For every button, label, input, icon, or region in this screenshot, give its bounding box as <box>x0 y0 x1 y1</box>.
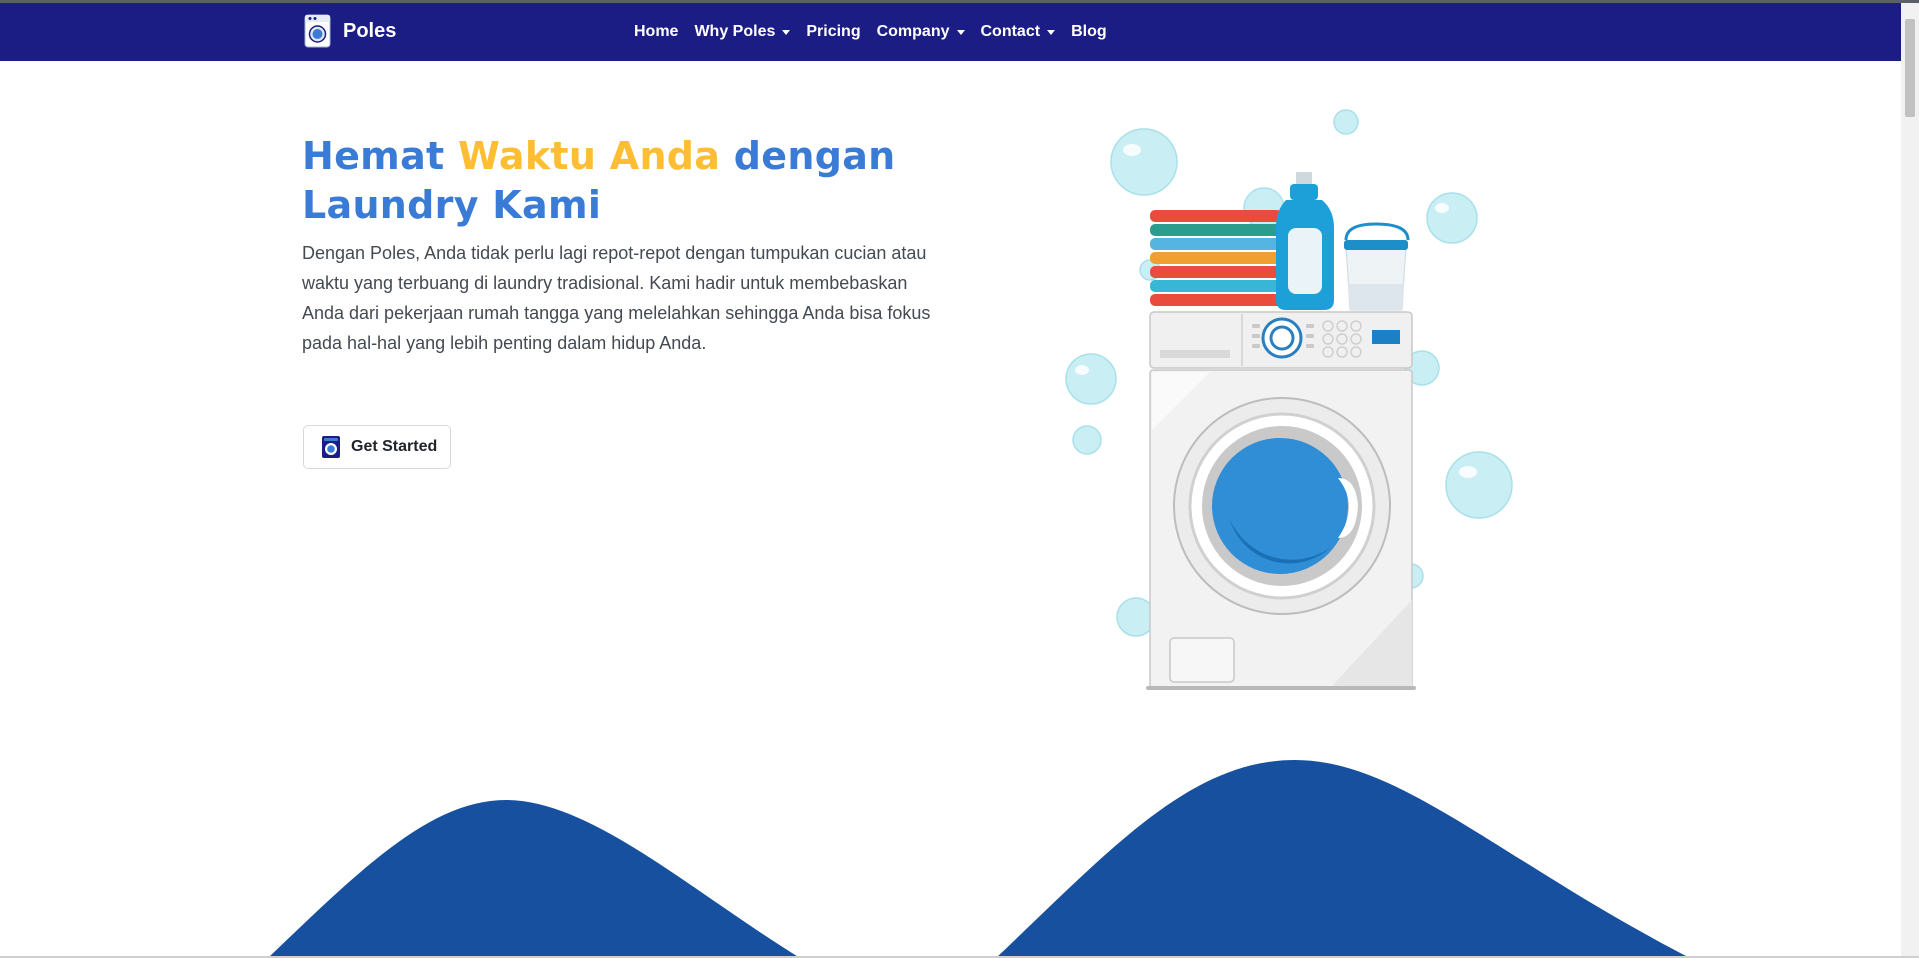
nav-company-label: Company <box>876 23 950 40</box>
decorative-waves <box>268 760 1690 958</box>
nav-home-label: Home <box>634 23 679 40</box>
hero-title: Hemat Waktu Anda dengan Laundry Kami <box>302 132 942 230</box>
nav-pricing-label: Pricing <box>806 23 861 40</box>
brand-link[interactable]: Poles <box>304 13 396 49</box>
powder-bucket <box>1344 222 1410 311</box>
nav-home[interactable]: Home <box>634 23 678 41</box>
nav-blog-label: Blog <box>1071 23 1107 40</box>
nav-why-poles-label: Why Poles <box>694 23 776 40</box>
nav-company[interactable]: Company <box>877 23 965 41</box>
washing-machine-icon <box>322 436 340 458</box>
nav-pricing[interactable]: Pricing <box>806 23 860 41</box>
scrollbar-thumb[interactable] <box>1905 19 1915 117</box>
folded-clothes-stack <box>1150 210 1282 306</box>
page-scrollbar[interactable] <box>1901 3 1919 956</box>
navbar: Poles Home Why Poles Pricing Company Con… <box>0 3 1901 61</box>
laundry-illustration <box>1065 109 1513 690</box>
nav-blog[interactable]: Blog <box>1071 23 1107 41</box>
caret-down-icon <box>956 29 965 35</box>
hero-title-part1: Hemat <box>302 134 459 178</box>
main-nav: Home Why Poles Pricing Company Contact B… <box>634 3 1123 61</box>
washing-machine <box>1146 311 1416 690</box>
hero-description: Dengan Poles, Anda tidak perlu lagi repo… <box>302 243 931 353</box>
detergent-bottle <box>1276 172 1334 310</box>
caret-down-icon <box>1047 29 1056 35</box>
nav-contact[interactable]: Contact <box>981 23 1056 41</box>
caret-down-icon <box>782 29 791 35</box>
brand-name: Poles <box>343 19 397 42</box>
get-started-label: Get Started <box>351 438 438 455</box>
nav-contact-label: Contact <box>980 23 1041 40</box>
washing-machine-icon <box>304 14 331 48</box>
get-started-button[interactable]: Get Started <box>303 425 451 469</box>
nav-why-poles[interactable]: Why Poles <box>694 23 791 41</box>
hero-title-accent: Waktu Anda <box>458 134 721 178</box>
